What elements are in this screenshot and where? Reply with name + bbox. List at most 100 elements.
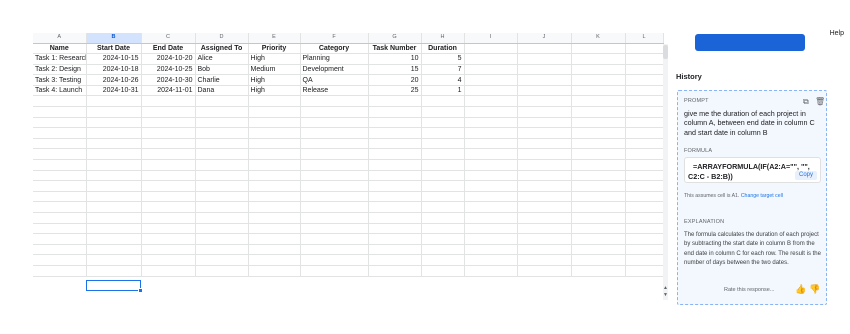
cell[interactable] — [33, 254, 87, 266]
cell[interactable] — [421, 138, 465, 150]
cell[interactable] — [464, 170, 518, 182]
cell[interactable] — [33, 95, 87, 108]
cell[interactable] — [248, 106, 301, 118]
header-cell[interactable]: End Date — [141, 43, 196, 55]
cell[interactable] — [625, 138, 664, 150]
cell[interactable]: High — [248, 53, 301, 65]
cell[interactable] — [141, 233, 196, 245]
cell[interactable] — [300, 95, 369, 108]
cell[interactable] — [33, 244, 87, 256]
cell[interactable] — [248, 159, 301, 171]
cell[interactable] — [625, 233, 664, 245]
cell[interactable] — [464, 127, 518, 139]
cell[interactable] — [86, 233, 142, 245]
cell[interactable] — [86, 254, 142, 266]
column-header-e[interactable]: E — [248, 33, 301, 44]
cell[interactable] — [464, 64, 518, 76]
cell[interactable] — [86, 106, 142, 118]
cell[interactable] — [625, 265, 664, 277]
cell[interactable] — [368, 201, 422, 213]
cell[interactable] — [517, 148, 572, 161]
header-cell[interactable]: Priority — [248, 43, 301, 55]
cell[interactable]: 2024-10-31 — [86, 85, 142, 97]
cell[interactable] — [141, 127, 196, 139]
cell[interactable] — [33, 191, 87, 203]
cell[interactable] — [464, 95, 518, 108]
cell[interactable] — [517, 180, 572, 192]
cell[interactable] — [33, 212, 87, 224]
cell[interactable] — [195, 138, 249, 150]
cell[interactable] — [300, 117, 369, 129]
cell[interactable] — [464, 233, 518, 245]
cell[interactable] — [248, 127, 301, 139]
cell[interactable]: 1 — [421, 85, 465, 97]
cell[interactable] — [464, 106, 518, 118]
header-cell[interactable]: Name — [33, 43, 87, 55]
cell[interactable] — [195, 159, 249, 171]
cell[interactable] — [464, 265, 518, 277]
cell[interactable] — [86, 170, 142, 182]
cell[interactable] — [368, 212, 422, 224]
cell[interactable]: 7 — [421, 64, 465, 76]
cell[interactable] — [195, 170, 249, 182]
cell[interactable] — [571, 127, 626, 139]
cell[interactable] — [300, 265, 369, 277]
cell[interactable] — [141, 117, 196, 129]
cell[interactable] — [368, 138, 422, 150]
cell[interactable]: Charlie — [195, 74, 249, 86]
cell[interactable] — [571, 170, 626, 182]
cell[interactable] — [300, 233, 369, 245]
cell[interactable] — [517, 43, 572, 55]
column-header-j[interactable]: J — [517, 33, 572, 44]
cell[interactable]: 2024-10-15 — [86, 53, 142, 65]
cell[interactable] — [571, 74, 626, 86]
cell[interactable] — [300, 159, 369, 171]
cell[interactable] — [571, 180, 626, 192]
cell[interactable] — [33, 170, 87, 182]
cell[interactable] — [625, 43, 664, 55]
cell[interactable] — [86, 95, 142, 108]
cell[interactable] — [86, 244, 142, 256]
cell[interactable]: 2024-10-25 — [141, 64, 196, 76]
cell[interactable]: Medium — [248, 64, 301, 76]
cell[interactable] — [421, 244, 465, 256]
cell[interactable] — [195, 244, 249, 256]
cell[interactable] — [195, 254, 249, 266]
column-header-a[interactable]: A — [33, 33, 87, 44]
cell[interactable] — [248, 244, 301, 256]
selected-cell[interactable] — [86, 280, 141, 291]
cell[interactable]: 2024-10-20 — [141, 53, 196, 65]
cell[interactable] — [571, 64, 626, 76]
cell[interactable] — [517, 233, 572, 245]
cell[interactable] — [571, 43, 626, 55]
cell[interactable] — [141, 191, 196, 203]
cell[interactable] — [86, 159, 142, 171]
cell[interactable]: 15 — [368, 64, 422, 76]
cell[interactable]: 4 — [421, 74, 465, 86]
cell[interactable]: 5 — [421, 53, 465, 65]
cell[interactable] — [571, 265, 626, 277]
cell[interactable] — [464, 212, 518, 224]
cell[interactable] — [86, 180, 142, 192]
cell[interactable] — [368, 265, 422, 277]
cell[interactable] — [300, 254, 369, 266]
cell[interactable] — [464, 53, 518, 65]
cell[interactable] — [625, 64, 664, 76]
cell[interactable] — [300, 180, 369, 192]
cell[interactable] — [517, 85, 572, 97]
cell[interactable] — [33, 148, 87, 161]
column-header-f[interactable]: F — [300, 33, 369, 44]
cell[interactable]: Task 2: Design — [33, 64, 87, 76]
cell[interactable] — [421, 223, 465, 235]
cell[interactable] — [464, 117, 518, 129]
cell[interactable] — [141, 212, 196, 224]
cell[interactable] — [86, 212, 142, 224]
cell[interactable]: Alice — [195, 53, 249, 65]
column-header-b[interactable]: B — [86, 33, 142, 44]
change-target-cell-link[interactable]: Change target cell — [741, 193, 783, 199]
cell[interactable] — [421, 117, 465, 129]
cell[interactable] — [464, 74, 518, 86]
cell[interactable] — [421, 148, 465, 161]
thumbs-down-icon[interactable]: 👎 — [809, 284, 820, 295]
cell[interactable] — [625, 244, 664, 256]
